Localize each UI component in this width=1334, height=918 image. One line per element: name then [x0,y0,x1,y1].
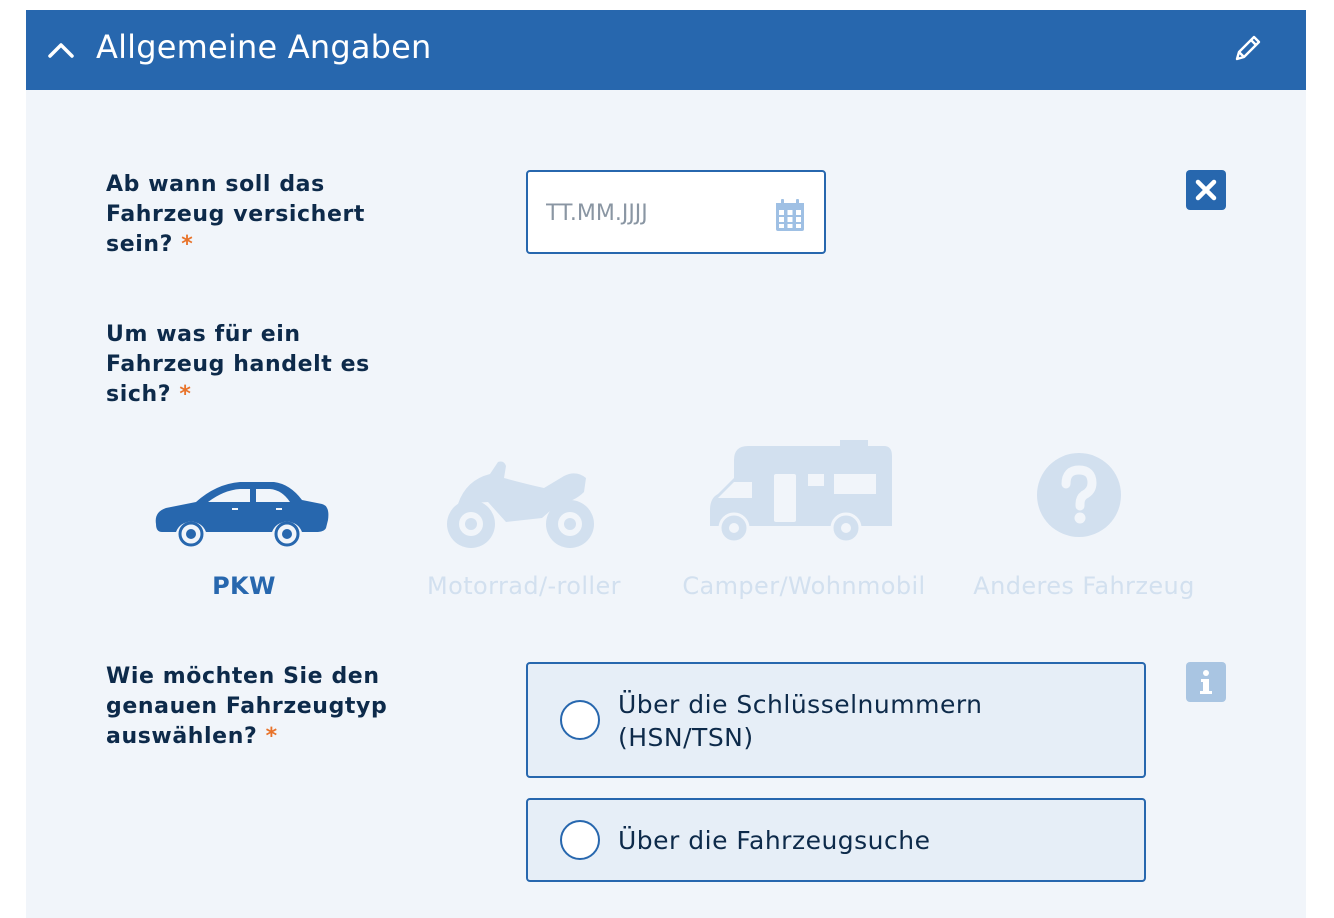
question-icon [1037,453,1121,537]
clear-date-button[interactable] [1186,170,1226,210]
insurance-start-question-text: Ab wann soll das Fahrzeug versichert sei… [106,172,366,257]
motorcycle-icon [447,461,594,548]
lookup-option-hsn-tsn[interactable]: Über die Schlüsselnummern (HSN/TSN) [526,662,1146,778]
close-icon [1195,179,1217,201]
vehicle-option-andere[interactable]: Anderes Fahrzeug [954,430,1214,610]
vehicle-option-label: Camper/Wohnmobil [682,572,926,600]
vehicle-type-question-text: Um was für ein Fahrzeug handelt es sich? [106,322,370,407]
panel-header[interactable]: Allgemeine Angaben [26,10,1306,90]
required-marker: * [265,724,278,749]
vehicle-option-motorrad[interactable]: Motorrad/-roller [394,430,654,610]
vehicle-lookup-question: Wie möchten Sie den genauen Fahrzeugtyp … [106,662,426,752]
vehicle-option-label: Anderes Fahrzeug [973,572,1195,600]
lookup-option-search[interactable]: Über die Fahrzeugsuche [526,798,1146,882]
insurance-start-question: Ab wann soll das Fahrzeug versichert sei… [106,170,426,260]
lookup-option-label: Über die Schlüsselnummern (HSN/TSN) [618,690,983,752]
general-info-panel: Allgemeine Angaben Ab wann soll das Fahr… [26,10,1306,918]
vehicle-option-label: Motorrad/-roller [427,572,621,600]
pencil-icon[interactable] [1230,30,1266,66]
vehicle-option-camper[interactable]: Camper/Wohnmobil [674,430,934,610]
calendar-icon[interactable] [774,198,806,232]
lookup-option-label: Über die Fahrzeugsuche [618,826,931,855]
panel-title: Allgemeine Angaben [96,28,432,66]
info-button[interactable] [1186,662,1226,702]
required-marker: * [181,232,194,257]
required-marker: * [179,382,192,407]
info-icon [1200,670,1212,694]
radio-button[interactable] [560,700,600,740]
camper-icon [710,440,892,544]
radio-button[interactable] [560,820,600,860]
vehicle-option-pkw[interactable]: PKW [114,430,374,610]
vehicle-lookup-question-text: Wie möchten Sie den genauen Fahrzeugtyp … [106,664,388,749]
vehicle-option-label: PKW [212,572,276,600]
insurance-start-date-field[interactable] [526,170,826,254]
date-input[interactable] [546,196,766,230]
vehicle-type-question: Um was für ein Fahrzeug handelt es sich?… [106,320,426,410]
car-icon [155,482,329,547]
chevron-up-icon[interactable] [46,36,76,64]
